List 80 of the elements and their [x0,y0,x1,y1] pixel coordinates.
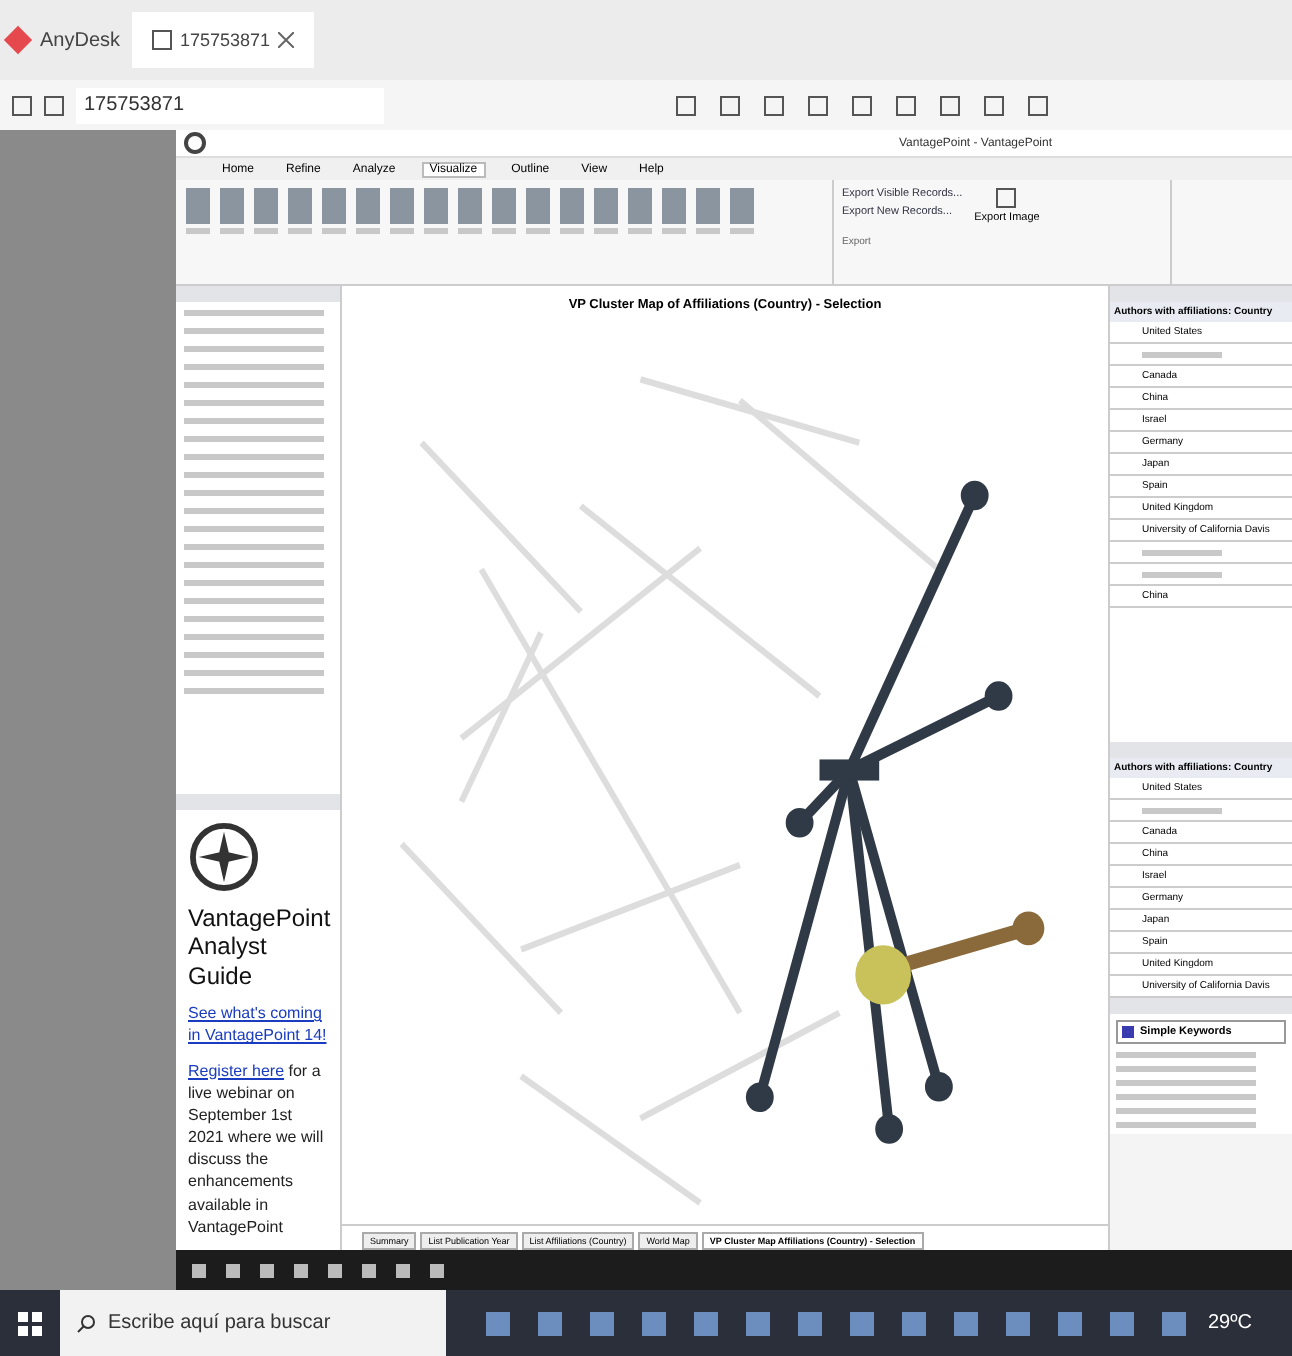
guide-title: VantagePoint Analyst Guide [188,903,328,991]
search-icon [76,1313,96,1333]
blurred-text-line [184,346,324,352]
toolbar-icon[interactable] [676,95,696,115]
taskbar-icon[interactable] [1110,1311,1134,1335]
toolbar-icon[interactable] [984,95,1004,115]
blurred-text-line [184,454,324,460]
toolbar-icon[interactable] [1028,95,1048,115]
taskbar-icon[interactable] [192,1263,206,1277]
taskbar-icon[interactable] [260,1263,274,1277]
blurred-text-line [184,436,324,442]
blurred-text-line [184,616,324,622]
blurred-text-line [1116,1052,1256,1058]
taskbar-icon[interactable] [642,1311,666,1335]
blurred-text-line [1142,549,1222,555]
blurred-text-line [184,400,324,406]
blurred-text-line [184,544,324,550]
blurred-text-line [1142,351,1222,357]
blurred-text-line [184,580,324,586]
blurred-text-line [184,364,324,370]
taskbar-icon[interactable] [328,1263,342,1277]
blurred-text-line [184,562,324,568]
toolbar-icon[interactable] [852,95,872,115]
blurred-text-line [184,688,324,694]
news-link[interactable]: See what's coming in VantagePoint 14! [188,1002,328,1047]
close-icon[interactable] [278,32,295,48]
blurred-text-line [1116,1094,1256,1100]
blurred-text-line [1142,571,1222,577]
taskbar-icon[interactable] [362,1263,376,1277]
blurred-text-line [184,472,324,478]
taskbar-icon[interactable] [798,1311,822,1335]
blurred-text-line [184,382,324,388]
blurred-text-line [184,526,324,532]
taskbar-icon[interactable] [1058,1311,1082,1335]
taskbar-icon[interactable] [694,1311,718,1335]
blurred-text-line [184,634,324,640]
toolbar-icon[interactable] [808,95,828,115]
taskbar-icon[interactable] [1006,1311,1030,1335]
blurred-text-line [1116,1066,1256,1072]
blurred-text-line [184,670,324,676]
toolbar-icon[interactable] [940,95,960,115]
taskbar-icon[interactable] [1162,1311,1186,1335]
address-field[interactable]: 175753871 [76,87,384,123]
blurred-text-line [184,328,324,334]
taskbar-icon[interactable] [294,1263,308,1277]
taskbar-icon[interactable] [590,1311,614,1335]
toolbar-icon[interactable] [896,95,916,115]
windows-icon[interactable] [18,1311,42,1335]
monitor-icon [152,30,173,50]
blurred-text-line [184,508,324,514]
compass-icon [184,132,206,154]
weather-text: 29ºC [1208,1312,1254,1334]
image-icon [996,188,1017,208]
taskbar-icon[interactable] [538,1311,562,1335]
toolbar-icon[interactable] [720,95,740,115]
blurred-text-line [184,490,324,496]
app-name: AnyDesk [40,29,121,51]
register-link[interactable]: Register here [188,1061,285,1079]
blurred-text-line [184,418,324,424]
taskbar-icon[interactable] [226,1263,240,1277]
taskbar-icon[interactable] [850,1311,874,1335]
toolbar-icon[interactable] [764,95,784,115]
taskbar-icon[interactable] [430,1263,444,1277]
blurred-text-line [184,310,324,316]
blurred-text-line [1142,807,1222,813]
blurred-text-line [1116,1122,1256,1128]
blurred-text-line [1116,1080,1256,1086]
taskbar-icon[interactable] [746,1311,770,1335]
guide-paragraph: Register here for a live webinar on September 1st 2021 where we will discuss the enhancements available in VantagePoint [188,1059,326,1238]
blurred-text-line [184,652,324,658]
blurred-text-line [184,598,324,604]
search-field[interactable]: Escribe aquí para buscar [60,1290,446,1356]
taskbar-icon[interactable] [954,1311,978,1335]
taskbar-icon[interactable] [902,1311,926,1335]
compass-icon [188,822,260,892]
taskbar-icon[interactable] [396,1263,410,1277]
session-tab[interactable]: 175753871 [132,12,315,68]
taskbar-icon[interactable] [486,1311,510,1335]
blurred-text-line [1116,1108,1256,1114]
square-icon[interactable] [44,95,64,115]
